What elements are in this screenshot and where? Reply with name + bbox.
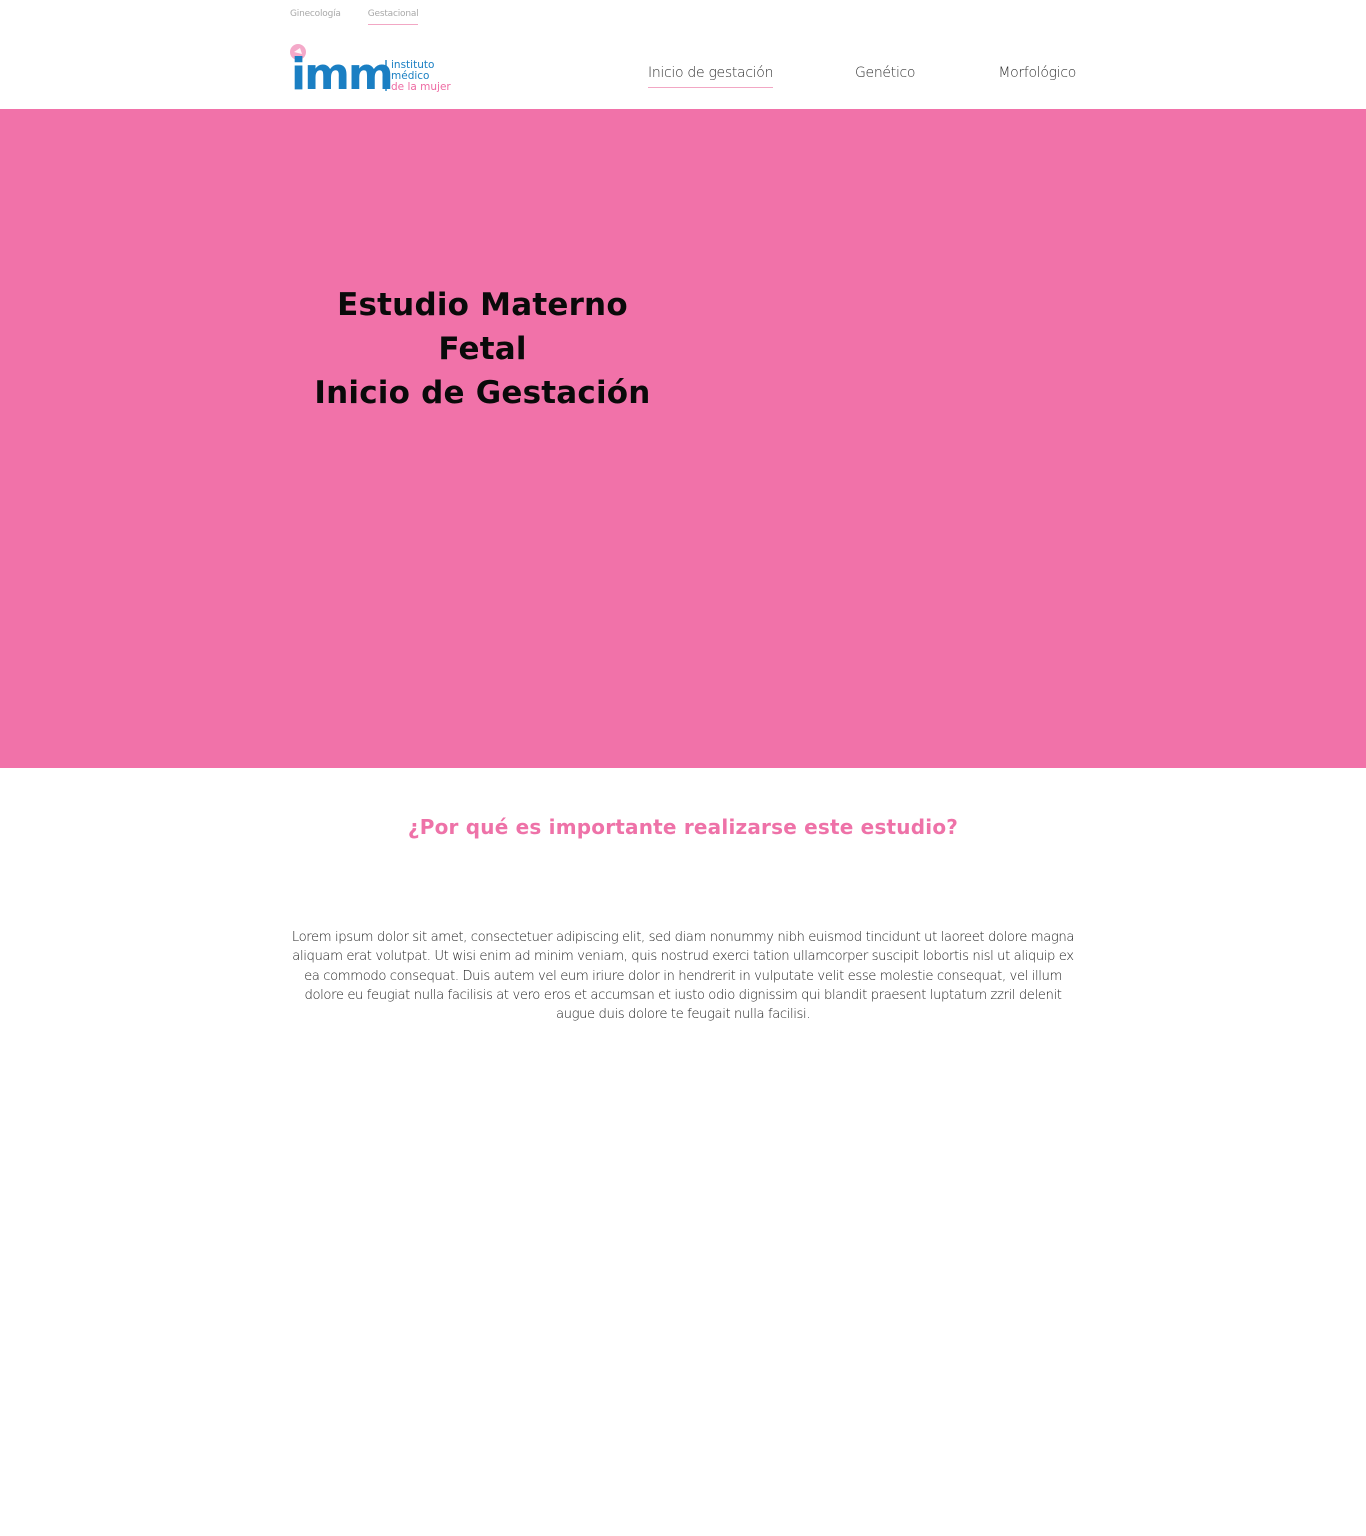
logo-line3: de la mujer [391, 81, 451, 93]
header: imm instituto médico de la mujer Inicio … [0, 38, 1366, 109]
nav-inicio-de-gestacion[interactable]: Inicio de gestación [648, 65, 773, 88]
hero-banner: Estudio Materno Fetal Inicio de Gestació… [0, 109, 1366, 768]
top-tabs: Ginecología Gestacional [290, 9, 419, 25]
tab-ginecologia[interactable]: Ginecología [290, 9, 341, 25]
hero-title: Estudio Materno Fetal Inicio de Gestació… [290, 283, 675, 415]
logo-letters: imm [291, 49, 392, 93]
imm-logo[interactable]: imm instituto médico de la mujer [290, 43, 452, 93]
section-heading: ¿Por qué es importante realizarse este e… [407, 815, 959, 839]
section-body-text: Lorem ipsum dolor sit amet, consectetuer… [291, 930, 1075, 1023]
hero-title-line1: Estudio Materno Fetal [337, 287, 628, 367]
main-nav: Inicio de gestación Genético Morfológico [648, 65, 1076, 95]
hero-title-line2: Inicio de Gestación [314, 375, 651, 411]
nav-morfologico[interactable]: Morfológico [998, 65, 1076, 87]
tab-gestacional[interactable]: Gestacional [367, 9, 419, 25]
nav-genetico[interactable]: Genético [855, 65, 916, 87]
